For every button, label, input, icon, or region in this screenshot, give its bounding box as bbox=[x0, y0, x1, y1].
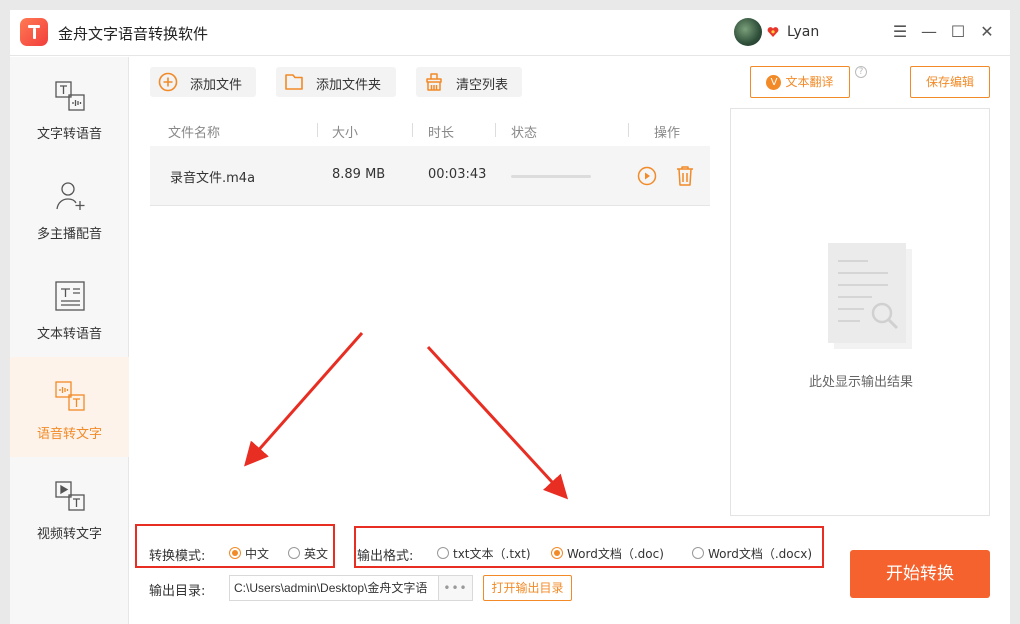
file-table-header: 文件名称 大小 时长 状态 操作 bbox=[150, 118, 710, 146]
save-edit-button[interactable]: 保存编辑 bbox=[910, 66, 990, 98]
close-button[interactable]: ✕ bbox=[977, 22, 997, 42]
column-divider bbox=[412, 123, 413, 137]
radio-dot bbox=[692, 547, 704, 559]
column-divider bbox=[628, 123, 629, 137]
column-header-status: 状态 bbox=[511, 126, 538, 141]
sidebar-item-video-to-text[interactable]: 视频转文字 bbox=[10, 457, 129, 557]
column-header-name: 文件名称 bbox=[168, 126, 221, 141]
clear-list-button[interactable]: 清空列表 bbox=[416, 67, 522, 97]
convert-mode-label: 转换模式: bbox=[149, 549, 206, 564]
folder-icon bbox=[285, 74, 303, 90]
output-dir-input[interactable]: C:\Users\admin\Desktop\金舟文字语 bbox=[229, 575, 439, 601]
column-divider bbox=[495, 123, 496, 137]
sidebar-item-label: 文本转语音 bbox=[36, 327, 102, 342]
add-folder-label: 添加文件夹 bbox=[316, 78, 382, 93]
title-bar: 金舟文字语音转换软件 Lyan ☰ — ☐ ✕ bbox=[10, 10, 1010, 56]
radio-label: txt文本（.txt) bbox=[453, 547, 531, 561]
column-header-actions: 操作 bbox=[654, 126, 681, 141]
text-translate-button[interactable]: V 文本翻译 bbox=[750, 66, 850, 98]
document-search-icon bbox=[828, 243, 912, 349]
column-header-size: 大小 bbox=[332, 126, 359, 141]
sidebar-item-text-to-speech[interactable]: 文字转语音 bbox=[10, 57, 129, 157]
document-to-speech-icon bbox=[55, 281, 85, 311]
vip-heart-icon bbox=[767, 27, 779, 37]
broom-icon bbox=[426, 73, 442, 91]
app-window: 金舟文字语音转换软件 Lyan ☰ — ☐ ✕ 文字转语音 多主播配音 文本转语… bbox=[10, 10, 1010, 624]
app-title: 金舟文字语音转换软件 bbox=[58, 25, 209, 43]
radio-dot bbox=[551, 547, 563, 559]
translate-badge-icon: V bbox=[766, 75, 782, 90]
speech-to-text-icon bbox=[55, 381, 85, 411]
menu-icon[interactable]: ☰ bbox=[890, 22, 910, 42]
minimize-button[interactable]: — bbox=[919, 22, 939, 42]
add-folder-button[interactable]: 添加文件夹 bbox=[276, 67, 396, 97]
delete-icon[interactable] bbox=[675, 165, 695, 187]
file-duration: 00:03:43 bbox=[428, 167, 487, 182]
maximize-button[interactable]: ☐ bbox=[948, 22, 968, 42]
sidebar-item-label: 视频转文字 bbox=[36, 527, 102, 542]
video-to-text-icon bbox=[55, 481, 85, 511]
sidebar-item-multi-anchor[interactable]: 多主播配音 bbox=[10, 157, 129, 257]
file-name: 录音文件.m4a bbox=[170, 171, 256, 186]
radio-label: 英文 bbox=[304, 547, 329, 561]
radio-label: 中文 bbox=[245, 547, 270, 561]
conversion-progress-bar bbox=[511, 175, 591, 178]
play-icon[interactable] bbox=[637, 166, 657, 186]
add-circle-icon bbox=[158, 72, 178, 92]
open-output-dir-button[interactable]: 打开输出目录 bbox=[483, 575, 572, 601]
add-file-label: 添加文件 bbox=[190, 78, 243, 93]
sidebar: 文字转语音 多主播配音 文本转语音 语音转文字 视频转文字 bbox=[10, 57, 129, 624]
radio-dot bbox=[229, 547, 241, 559]
output-format-label: 输出格式: bbox=[357, 549, 414, 564]
sidebar-item-document-to-speech[interactable]: 文本转语音 bbox=[10, 257, 129, 357]
browse-dir-button[interactable]: ••• bbox=[439, 575, 473, 601]
table-row[interactable]: 录音文件.m4a 8.89 MB 00:03:43 bbox=[150, 146, 710, 206]
radio-label: Word文档（.doc) bbox=[567, 547, 664, 561]
sidebar-item-label: 多主播配音 bbox=[36, 227, 102, 242]
output-placeholder: 此处显示输出结果 bbox=[808, 375, 913, 390]
output-preview-panel: 此处显示输出结果 bbox=[730, 108, 990, 516]
sidebar-item-speech-to-text[interactable]: 语音转文字 bbox=[10, 357, 129, 457]
add-user-icon bbox=[56, 182, 85, 210]
radio-dot bbox=[437, 547, 449, 559]
sidebar-item-label: 文字转语音 bbox=[36, 127, 102, 142]
start-convert-button[interactable]: 开始转换 bbox=[850, 550, 990, 598]
radio-label: Word文档（.docx) bbox=[708, 547, 812, 561]
column-header-duration: 时长 bbox=[428, 126, 455, 141]
help-icon[interactable]: ? bbox=[855, 66, 867, 78]
add-file-button[interactable]: 添加文件 bbox=[150, 67, 256, 97]
clear-list-label: 清空列表 bbox=[456, 78, 509, 93]
column-divider bbox=[317, 123, 318, 137]
text-translate-label: 文本翻译 bbox=[785, 75, 834, 89]
app-logo-icon bbox=[20, 18, 48, 46]
sidebar-item-label: 语音转文字 bbox=[36, 427, 102, 442]
text-to-speech-icon bbox=[55, 81, 85, 111]
radio-dot bbox=[288, 547, 300, 559]
username[interactable]: Lyan bbox=[787, 24, 819, 40]
file-size: 8.89 MB bbox=[332, 167, 386, 182]
user-avatar[interactable] bbox=[734, 18, 762, 46]
output-dir-label: 输出目录: bbox=[149, 584, 206, 599]
